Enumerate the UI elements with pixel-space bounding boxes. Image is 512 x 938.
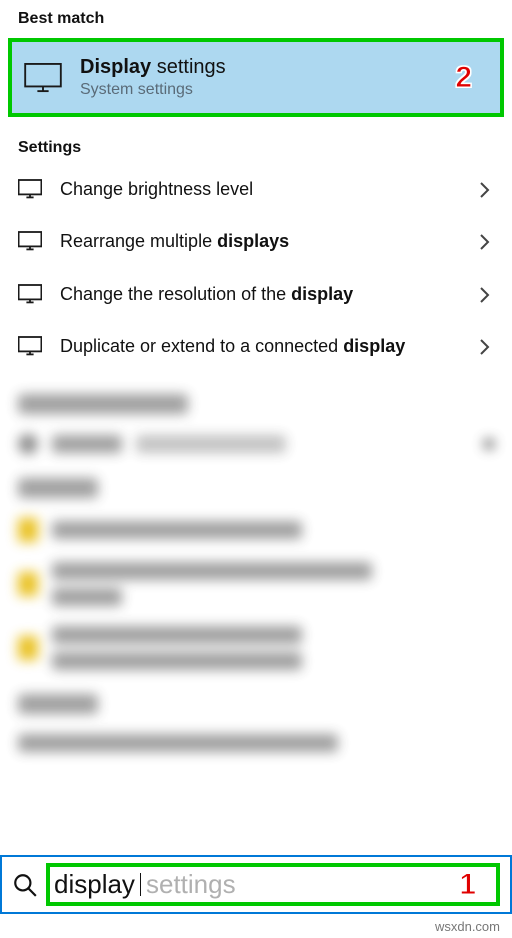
monitor-icon	[18, 231, 42, 251]
search-input[interactable]	[54, 869, 490, 900]
settings-item-3[interactable]: Duplicate or extend to a connected displ…	[0, 320, 512, 372]
monitor-icon	[18, 179, 42, 199]
step-badge-1: 1	[459, 868, 476, 902]
monitor-icon	[18, 284, 42, 304]
search-icon	[12, 872, 38, 898]
settings-item-label: Change the resolution of the display	[60, 282, 462, 306]
chevron-right-icon	[480, 234, 494, 248]
chevron-right-icon	[480, 287, 494, 301]
best-match-subtitle: System settings	[80, 81, 226, 99]
settings-item-0[interactable]: Change brightness level	[0, 163, 512, 215]
monitor-icon	[18, 336, 42, 356]
step-badge-2: 2	[455, 61, 472, 95]
settings-item-1[interactable]: Rearrange multiple displays	[0, 215, 512, 267]
settings-item-label: Duplicate or extend to a connected displ…	[60, 334, 462, 358]
section-best-match-header: Best match	[0, 0, 512, 34]
best-match-result[interactable]: Display settings System settings 2	[8, 38, 504, 117]
best-match-title: Display settings	[80, 56, 226, 79]
watermark: wsxdn.com	[435, 919, 500, 934]
chevron-right-icon	[480, 182, 494, 196]
section-settings-header: Settings	[0, 129, 512, 163]
settings-item-label: Rearrange multiple displays	[60, 229, 462, 253]
monitor-icon	[24, 63, 62, 93]
settings-item-label: Change brightness level	[60, 177, 462, 201]
chevron-right-icon	[480, 339, 494, 353]
settings-item-2[interactable]: Change the resolution of the display	[0, 268, 512, 320]
blurred-content	[0, 380, 512, 762]
search-bar[interactable]: settings 1	[0, 855, 512, 914]
